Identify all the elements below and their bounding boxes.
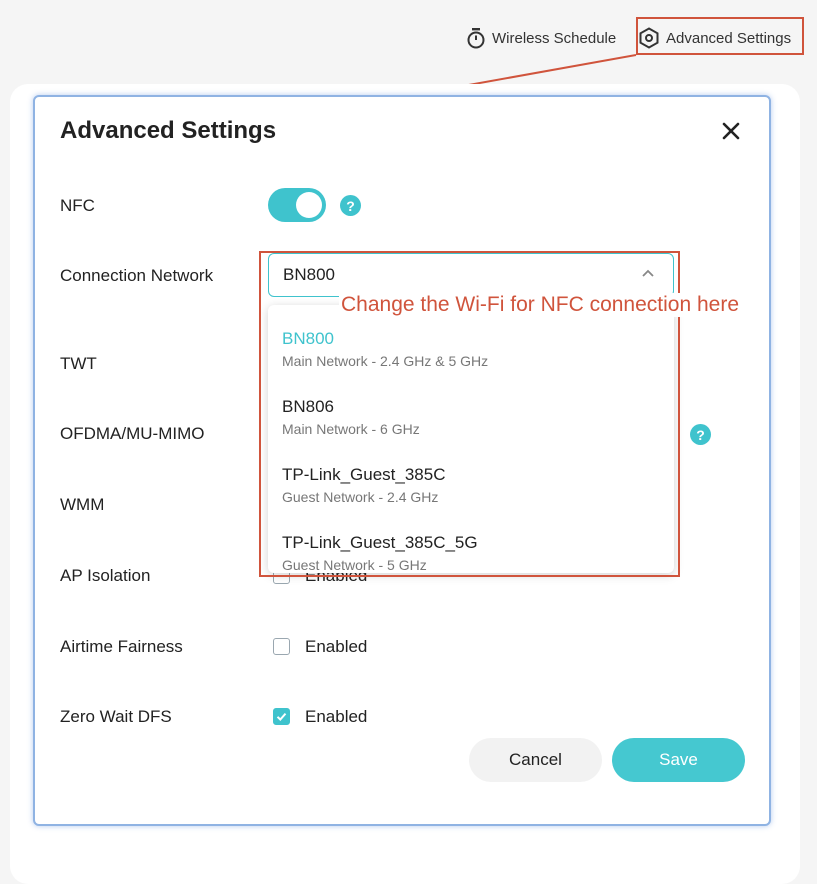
airtime-fairness-label: Airtime Fairness <box>60 637 183 656</box>
zero-wait-dfs-checkbox[interactable] <box>273 708 290 725</box>
ap-isolation-label: AP Isolation <box>60 566 151 585</box>
nfc-toggle[interactable] <box>268 188 326 222</box>
close-button[interactable] <box>719 119 743 143</box>
connection-network-label: Connection Network <box>60 266 214 285</box>
airtime-fairness-checkbox[interactable] <box>273 638 290 655</box>
advanced-settings-modal: Advanced Settings NFC ? Connection Netwo… <box>33 95 771 826</box>
zero-wait-dfs-enabled-label: Enabled <box>305 707 368 726</box>
close-icon <box>722 122 740 140</box>
save-button[interactable]: Save <box>612 738 745 782</box>
checkmark-icon <box>276 712 287 721</box>
toggle-knob <box>296 192 322 218</box>
zero-wait-dfs-label: Zero Wait DFS <box>60 707 172 726</box>
wmm-label: WMM <box>60 495 105 514</box>
wireless-schedule-link[interactable]: Wireless Schedule <box>466 20 616 56</box>
twt-label: TWT <box>60 354 97 373</box>
annotation-text: Change the Wi-Fi for NFC connection here <box>339 293 742 317</box>
cancel-button[interactable]: Cancel <box>469 738 602 782</box>
nfc-label: NFC <box>60 196 95 215</box>
ofdma-label: OFDMA/MU-MIMO <box>60 424 205 443</box>
airtime-fairness-enabled-label: Enabled <box>305 637 368 656</box>
wireless-schedule-label: Wireless Schedule <box>492 29 617 47</box>
modal-title: Advanced Settings <box>60 117 277 144</box>
question-circle-icon[interactable]: ? <box>690 424 711 445</box>
stopwatch-icon <box>467 28 485 49</box>
annotation-highlight-box <box>636 17 804 55</box>
question-circle-icon[interactable]: ? <box>340 195 361 216</box>
